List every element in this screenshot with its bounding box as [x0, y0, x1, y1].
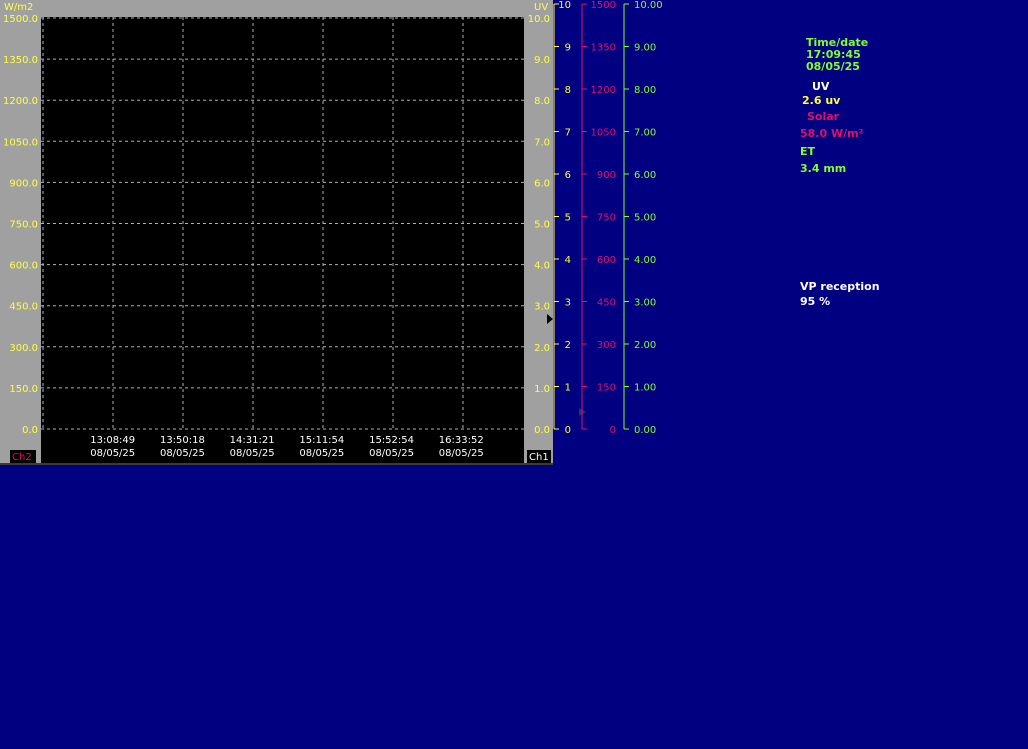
- solar-scale-tick-label: 600: [597, 255, 616, 266]
- uv-scale-tick-label: 7: [565, 128, 571, 139]
- solar-scale-tick-label: 300: [597, 340, 616, 351]
- left-axis-tick-label: 1350.0: [3, 55, 38, 66]
- x-axis-time-label: 13:08:49: [90, 435, 135, 446]
- solar-scale-tick-label: 450: [597, 298, 616, 309]
- left-axis-tick-label: 900.0: [9, 178, 38, 189]
- uv-inner-axis-tick-label: 2.0: [534, 343, 550, 354]
- x-axis-date-label: 08/05/25: [299, 448, 344, 459]
- uv-scale: 109876543210: [553, 0, 571, 436]
- x-axis-time-label: 16:33:52: [439, 435, 484, 446]
- uv-inner-axis-tick-label: 0.0: [534, 425, 550, 436]
- et-value: 3.4 mm: [800, 162, 847, 175]
- uv-value: 2.6 uv: [802, 94, 841, 107]
- x-axis-date-label: 08/05/25: [160, 448, 205, 459]
- x-axis-date-label: 08/05/25: [369, 448, 414, 459]
- left-axis-tick-label: 1050.0: [3, 137, 38, 148]
- uv-inner-axis-tick-label: 5.0: [534, 220, 550, 231]
- et-scale-tick-label: 7.00: [634, 128, 656, 139]
- x-axis-date-label: 08/05/25: [90, 448, 135, 459]
- et-scale: 10.00 9.00 8.00 7.00 6.00 5.00 4.00 3.00 2.00 1.0…: [623, 0, 663, 436]
- left-axis-tick-label: 0.0: [22, 425, 38, 436]
- et-scale-tick-label: 1.00: [634, 383, 656, 394]
- chart: 1500.01350.01200.01050.0900.0750.0600.04…: [0, 0, 663, 465]
- ch2-label: Ch2: [12, 452, 32, 463]
- uv-scale-tick-label: 10: [558, 0, 571, 11]
- et-scale-tick-label: 6.00: [634, 170, 656, 181]
- solar-scale-tick-label: 150: [597, 383, 616, 394]
- x-axis-date-label: 08/05/25: [439, 448, 484, 459]
- uv-inner-axis-tick-label: 7.0: [534, 137, 550, 148]
- et-scale-tick-label: 8.00: [634, 85, 656, 96]
- x-axis-time-label: 14:31:21: [230, 435, 275, 446]
- uv-inner-axis-tick-label: 6.0: [534, 178, 550, 189]
- ch1-label: Ch1: [529, 452, 549, 463]
- et-label: ET: [800, 145, 816, 158]
- solar-value: 58.0 W/m²: [800, 127, 864, 140]
- solar-label: Solar: [807, 110, 840, 123]
- left-axis-tick-label: 750.0: [9, 220, 38, 231]
- left-axis-tick-label: 450.0: [9, 302, 38, 313]
- uv-scale-tick-label: 0: [565, 425, 571, 436]
- et-scale-tick-label: 2.00: [634, 340, 656, 351]
- uv-scale-tick-label: 5: [565, 213, 571, 224]
- uv-scale-tick-label: 8: [565, 85, 571, 96]
- left-axis-tick-label: 1500.0: [3, 14, 38, 25]
- left-axis-unit: W/m2: [4, 2, 33, 13]
- uv-inner-axis-tick-label: 9.0: [534, 55, 550, 66]
- vp-reception-label: VP reception: [800, 280, 880, 293]
- et-scale-tick-label: 3.00: [634, 298, 656, 309]
- solar-scale-tick-label: 1350: [591, 43, 616, 54]
- date-value: 08/05/25: [806, 60, 860, 73]
- uv-inner-axis-tick-label: 8.0: [534, 96, 550, 107]
- solar-scale-tick-label: 1500: [591, 0, 616, 11]
- vp-reception-value: 95 %: [800, 295, 831, 308]
- et-scale-tick-label: 0.00: [634, 425, 656, 436]
- uv-scale-tick-label: 3: [565, 298, 571, 309]
- left-axis-tick-label: 1200.0: [3, 96, 38, 107]
- uv-inner-axis-tick-label: 3.0: [534, 302, 550, 313]
- x-axis-time-label: 15:11:54: [299, 435, 344, 446]
- solar-scale: 15001350120010509007506004503001500: [581, 0, 616, 436]
- uv-scale-tick-label: 4: [565, 255, 571, 266]
- uv-inner-axis-unit: UV: [534, 2, 548, 13]
- uv-inner-axis-tick-label: 4.0: [534, 261, 550, 272]
- solar-scale-tick-label: 1200: [591, 85, 616, 96]
- uv-scale-tick-label: 9: [565, 43, 571, 54]
- solar-scale-tick-label: 1050: [591, 128, 616, 139]
- solar-scale-tick-label: 900: [597, 170, 616, 181]
- et-scale-tick-label: 5.00: [634, 213, 656, 224]
- et-scale-tick-label: 4.00: [634, 255, 656, 266]
- uv-label: UV: [812, 80, 830, 93]
- uv-scale-tick-label: 6: [565, 170, 571, 181]
- left-axis-tick-label: 600.0: [9, 261, 38, 272]
- x-axis-time-label: 15:52:54: [369, 435, 414, 446]
- et-scale-tick-label: 9.00: [634, 43, 656, 54]
- uv-scale-tick-label: 2: [565, 340, 571, 351]
- left-axis-tick-label: 300.0: [9, 343, 38, 354]
- solar-scale-tick-label: 0: [610, 425, 616, 436]
- left-axis-tick-label: 150.0: [9, 384, 38, 395]
- et-scale-tick-label: 10.00: [634, 0, 663, 11]
- solar-scale-tick-label: 750: [597, 213, 616, 224]
- uv-inner-axis-tick-label: 10.0: [528, 14, 550, 25]
- x-axis-time-label: 13:50:18: [160, 435, 205, 446]
- uv-scale-tick-label: 1: [565, 383, 571, 394]
- x-axis-date-label: 08/05/25: [230, 448, 275, 459]
- uv-inner-axis-tick-label: 1.0: [534, 384, 550, 395]
- chart-frame-dark-edge: [0, 463, 553, 465]
